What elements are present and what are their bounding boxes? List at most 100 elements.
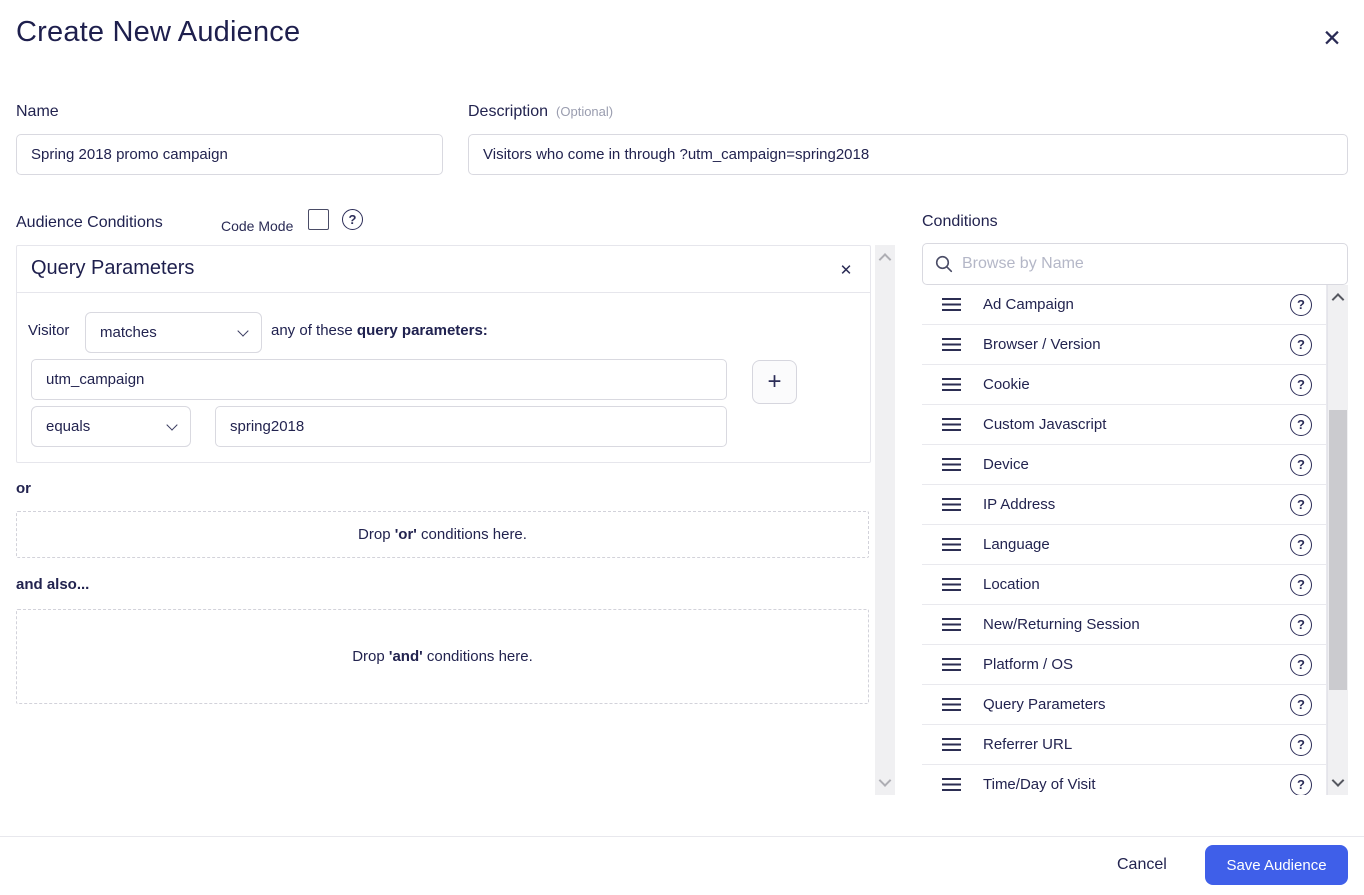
condition-label: Cookie — [983, 376, 1030, 393]
condition-label: Language — [983, 536, 1050, 553]
help-icon[interactable]: ? — [1290, 453, 1312, 476]
operator-value: equals — [46, 418, 91, 435]
condition-label: Location — [983, 576, 1040, 593]
condition-list-item[interactable]: Device? — [922, 445, 1326, 485]
footer-divider — [0, 836, 1364, 837]
condition-list-item[interactable]: Custom Javascript? — [922, 405, 1326, 445]
drag-handle-icon[interactable] — [942, 698, 961, 711]
operator-select[interactable]: equals — [31, 406, 191, 447]
scroll-up-icon[interactable] — [1331, 293, 1345, 306]
help-icon[interactable]: ? — [1290, 373, 1312, 396]
drag-handle-icon[interactable] — [942, 458, 961, 471]
drag-handle-icon[interactable] — [942, 298, 961, 311]
drag-handle-icon[interactable] — [942, 498, 961, 511]
condition-label: Query Parameters — [983, 696, 1106, 713]
drag-handle-icon[interactable] — [942, 618, 961, 631]
conditions-scrollbar[interactable] — [1327, 285, 1348, 795]
condition-label: Device — [983, 456, 1029, 473]
and-also-label: and also... — [16, 576, 90, 593]
help-icon[interactable]: ? — [1290, 413, 1312, 436]
drag-handle-icon[interactable] — [942, 378, 961, 391]
help-icon[interactable]: ? — [1290, 773, 1312, 795]
clause-bold: query parameters: — [356, 322, 488, 339]
condition-list-item[interactable]: Referrer URL? — [922, 725, 1326, 765]
help-icon[interactable]: ? — [1290, 573, 1312, 596]
help-icon[interactable]: ? — [1290, 533, 1312, 556]
builder-scrollbar[interactable] — [875, 245, 895, 795]
save-audience-button[interactable]: Save Audience — [1205, 845, 1348, 885]
query-parameters-card: Query Parameters ✕ Visitor matches any o… — [16, 245, 871, 463]
description-label: Description — [468, 103, 549, 120]
drag-handle-icon[interactable] — [942, 578, 961, 591]
conditions-search-input[interactable] — [962, 255, 1335, 273]
clause-prefix: any of these — [271, 322, 357, 339]
help-icon[interactable]: ? — [1290, 613, 1312, 636]
scroll-down-icon[interactable] — [878, 774, 892, 787]
help-icon[interactable]: ? — [1290, 653, 1312, 676]
help-icon[interactable]: ? — [1290, 733, 1312, 756]
chevron-down-icon — [166, 418, 178, 431]
condition-list-item[interactable]: Query Parameters? — [922, 685, 1326, 725]
drag-handle-icon[interactable] — [942, 738, 961, 751]
subject-label: Visitor — [28, 322, 70, 339]
search-icon — [935, 255, 953, 273]
card-title: Query Parameters — [31, 257, 195, 279]
description-input[interactable] — [468, 134, 1348, 175]
match-type-select[interactable]: matches — [85, 312, 262, 353]
page-title: Create New Audience — [16, 16, 301, 48]
code-mode-checkbox[interactable] — [308, 209, 329, 230]
help-icon[interactable]: ? — [1290, 493, 1312, 516]
or-label: or — [16, 480, 31, 497]
cancel-button[interactable]: Cancel — [1105, 850, 1179, 880]
condition-list-item[interactable]: Platform / OS? — [922, 645, 1326, 685]
conditions-panel-title: Conditions — [922, 213, 998, 230]
description-label-row: Description (Optional) — [468, 103, 613, 121]
drag-handle-icon[interactable] — [942, 778, 961, 791]
drag-handle-icon[interactable] — [942, 418, 961, 431]
scroll-down-icon[interactable] — [1331, 774, 1345, 787]
condition-label: Platform / OS — [983, 656, 1074, 673]
param-value-input[interactable] — [215, 406, 727, 447]
condition-list-item[interactable]: New/Returning Session? — [922, 605, 1326, 645]
code-mode-help-icon[interactable]: ? — [342, 209, 363, 230]
drag-handle-icon[interactable] — [942, 338, 961, 351]
condition-label: Referrer URL — [983, 736, 1073, 753]
conditions-list: Ad Campaign? Browser / Version? Cookie? … — [922, 285, 1327, 795]
help-icon[interactable]: ? — [1290, 333, 1312, 356]
name-input[interactable] — [16, 134, 443, 175]
help-icon[interactable]: ? — [1290, 293, 1312, 316]
condition-label: Time/Day of Visit — [983, 776, 1096, 793]
condition-list-item[interactable]: Location? — [922, 565, 1326, 605]
and-drop-text: Drop 'and' conditions here. — [352, 648, 533, 665]
close-icon[interactable]: ✕ — [1316, 22, 1348, 54]
conditions-search-box — [922, 243, 1348, 285]
scrollbar-thumb[interactable] — [1329, 410, 1347, 690]
help-icon[interactable]: ? — [1290, 693, 1312, 716]
condition-label: Browser / Version — [983, 336, 1101, 353]
or-drop-zone[interactable]: Drop 'or' conditions here. — [16, 511, 869, 558]
condition-list-item[interactable]: Time/Day of Visit? — [922, 765, 1326, 795]
scroll-up-icon[interactable] — [878, 253, 892, 266]
and-drop-zone[interactable]: Drop 'and' conditions here. — [16, 609, 869, 704]
optional-hint: (Optional) — [556, 104, 614, 119]
clause-text: any of these query parameters: — [271, 322, 488, 339]
param-name-input[interactable] — [31, 359, 727, 400]
condition-list-item[interactable]: Browser / Version? — [922, 325, 1326, 365]
condition-list-item[interactable]: IP Address? — [922, 485, 1326, 525]
condition-label: New/Returning Session — [983, 616, 1140, 633]
code-mode-label: Code Mode — [221, 218, 294, 234]
condition-label: Custom Javascript — [983, 416, 1107, 433]
add-condition-button[interactable]: + — [752, 360, 797, 404]
drag-handle-icon[interactable] — [942, 538, 961, 551]
condition-list-item[interactable]: Ad Campaign? — [922, 285, 1326, 325]
chevron-down-icon — [237, 324, 249, 337]
condition-label: IP Address — [983, 496, 1056, 513]
card-close-icon[interactable]: ✕ — [834, 258, 858, 282]
or-drop-text: Drop 'or' conditions here. — [358, 526, 527, 543]
drag-handle-icon[interactable] — [942, 658, 961, 671]
card-header: Query Parameters ✕ — [17, 246, 870, 293]
name-label: Name — [16, 103, 59, 120]
condition-list-item[interactable]: Language? — [922, 525, 1326, 565]
audience-conditions-label: Audience Conditions — [16, 214, 163, 231]
condition-list-item[interactable]: Cookie? — [922, 365, 1326, 405]
